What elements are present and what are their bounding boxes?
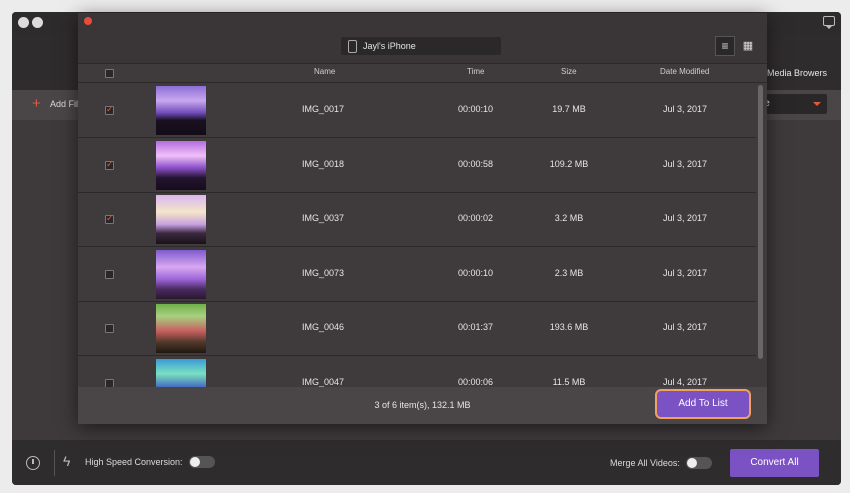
- toggle-knob: [687, 458, 697, 468]
- dialog-header: Jayl's iPhone ≡ ▦: [78, 13, 767, 63]
- merge-all-videos-toggle[interactable]: [686, 457, 712, 469]
- file-duration: 00:01:37: [457, 322, 494, 332]
- table-row[interactable]: IMG_0046 00:01:37 193.6 MB Jul 3, 2017: [78, 302, 756, 356]
- add-to-list-button[interactable]: Add To List: [655, 389, 751, 419]
- file-size: 11.5 MB: [552, 376, 586, 387]
- high-speed-conversion-label: High Speed Conversion:: [85, 457, 183, 467]
- add-files-button[interactable]: Add Fil: [50, 99, 78, 109]
- chat-icon[interactable]: [823, 16, 835, 29]
- table-row[interactable]: IMG_0017 00:00:10 19.7 MB Jul 3, 2017: [78, 84, 756, 138]
- lightning-icon: ϟ: [63, 453, 71, 469]
- file-date-modified: Jul 3, 2017: [662, 104, 708, 114]
- file-duration: 00:00:10: [457, 267, 494, 278]
- file-list: IMG_001700:00:1019.7 MBJul 3, 2017IMG_00…: [78, 84, 756, 387]
- file-duration: 00:00:58: [457, 158, 494, 169]
- table-row[interactable]: IMG_0073 00:00:10 2.3 MB Jul 3, 2017: [78, 248, 756, 302]
- row-checkbox[interactable]: [105, 213, 114, 224]
- file-date-modified: Jul 4, 2017: [662, 376, 708, 387]
- table-row[interactable]: IMG_0037 00:00:02 3.2 MB Jul 3, 2017: [78, 193, 756, 247]
- table-row[interactable]: IMG_0047 00:00:06 11.5 MB Jul 4, 2017: [78, 357, 756, 387]
- video-thumbnail: [156, 358, 206, 387]
- column-header-name[interactable]: Name: [314, 67, 335, 76]
- add-icon[interactable]: +: [32, 95, 41, 112]
- chevron-down-icon: [813, 102, 821, 106]
- file-size: 3.2 MB: [554, 213, 584, 223]
- grid-icon: ▦: [742, 40, 754, 52]
- file-size: 2.3 MB: [554, 267, 584, 278]
- toggle-knob: [190, 457, 200, 467]
- file-duration: 00:00:02: [457, 213, 494, 223]
- column-header-time[interactable]: Time: [467, 67, 484, 76]
- row-checkbox[interactable]: [105, 378, 114, 387]
- tab-media-browsers[interactable]: Media Browers: [767, 68, 827, 78]
- file-date-modified: Jul 3, 2017: [662, 158, 708, 169]
- convert-all-button[interactable]: Convert All: [730, 449, 819, 477]
- file-duration: 00:00:10: [457, 104, 494, 114]
- file-name: IMG_0017: [301, 104, 345, 114]
- dialog-close-button[interactable]: [84, 17, 92, 25]
- video-thumbnail: [156, 304, 206, 353]
- phone-icon: [348, 40, 357, 53]
- file-size: 19.7 MB: [552, 104, 586, 114]
- merge-all-videos-label: Merge All Videos:: [610, 458, 680, 468]
- file-size: 109.2 MB: [549, 158, 589, 169]
- file-date-modified: Jul 3, 2017: [662, 322, 708, 332]
- list-view-button[interactable]: ≡: [715, 36, 735, 56]
- scrollbar[interactable]: [758, 85, 763, 359]
- row-checkbox[interactable]: [105, 324, 114, 333]
- table-row[interactable]: IMG_0018 00:00:58 109.2 MB Jul 3, 2017: [78, 139, 756, 193]
- video-thumbnail: [156, 86, 206, 135]
- video-thumbnail: [156, 249, 206, 299]
- file-name: IMG_0037: [301, 213, 345, 223]
- bottom-bar: ϟ High Speed Conversion: Merge All Video…: [12, 440, 841, 485]
- file-duration: 00:00:06: [457, 376, 494, 387]
- row-checkbox[interactable]: [105, 104, 114, 115]
- file-name: IMG_0073: [301, 267, 345, 278]
- table-header: Name Time Size Date Modified: [78, 63, 767, 83]
- row-checkbox[interactable]: [105, 269, 114, 279]
- device-import-dialog: Jayl's iPhone ≡ ▦ Name Time Size Date Mo…: [78, 13, 767, 424]
- grid-view-button[interactable]: ▦: [738, 36, 758, 56]
- column-header-size[interactable]: Size: [561, 67, 577, 76]
- list-icon: ≡: [721, 39, 729, 53]
- file-size: 193.6 MB: [549, 322, 589, 332]
- file-date-modified: Jul 3, 2017: [662, 267, 708, 278]
- file-name: IMG_0018: [301, 158, 345, 169]
- minimize-window-button[interactable]: [32, 17, 43, 28]
- video-thumbnail: [156, 140, 206, 190]
- divider: [54, 450, 55, 476]
- select-all-checkbox[interactable]: [105, 69, 114, 78]
- column-header-date-modified[interactable]: Date Modified: [660, 67, 709, 76]
- device-name: Jayl's iPhone: [363, 41, 416, 51]
- device-selector[interactable]: Jayl's iPhone: [341, 37, 501, 55]
- alarm-icon[interactable]: [26, 456, 40, 470]
- video-thumbnail: [156, 195, 206, 244]
- close-window-button[interactable]: [18, 17, 29, 28]
- row-checkbox[interactable]: [105, 159, 114, 170]
- dialog-footer: 3 of 6 item(s), 132.1 MB Add To List: [78, 387, 767, 424]
- file-date-modified: Jul 3, 2017: [662, 213, 708, 223]
- file-name: IMG_0046: [301, 322, 345, 332]
- file-name: IMG_0047: [301, 376, 345, 387]
- high-speed-conversion-toggle[interactable]: [189, 456, 215, 468]
